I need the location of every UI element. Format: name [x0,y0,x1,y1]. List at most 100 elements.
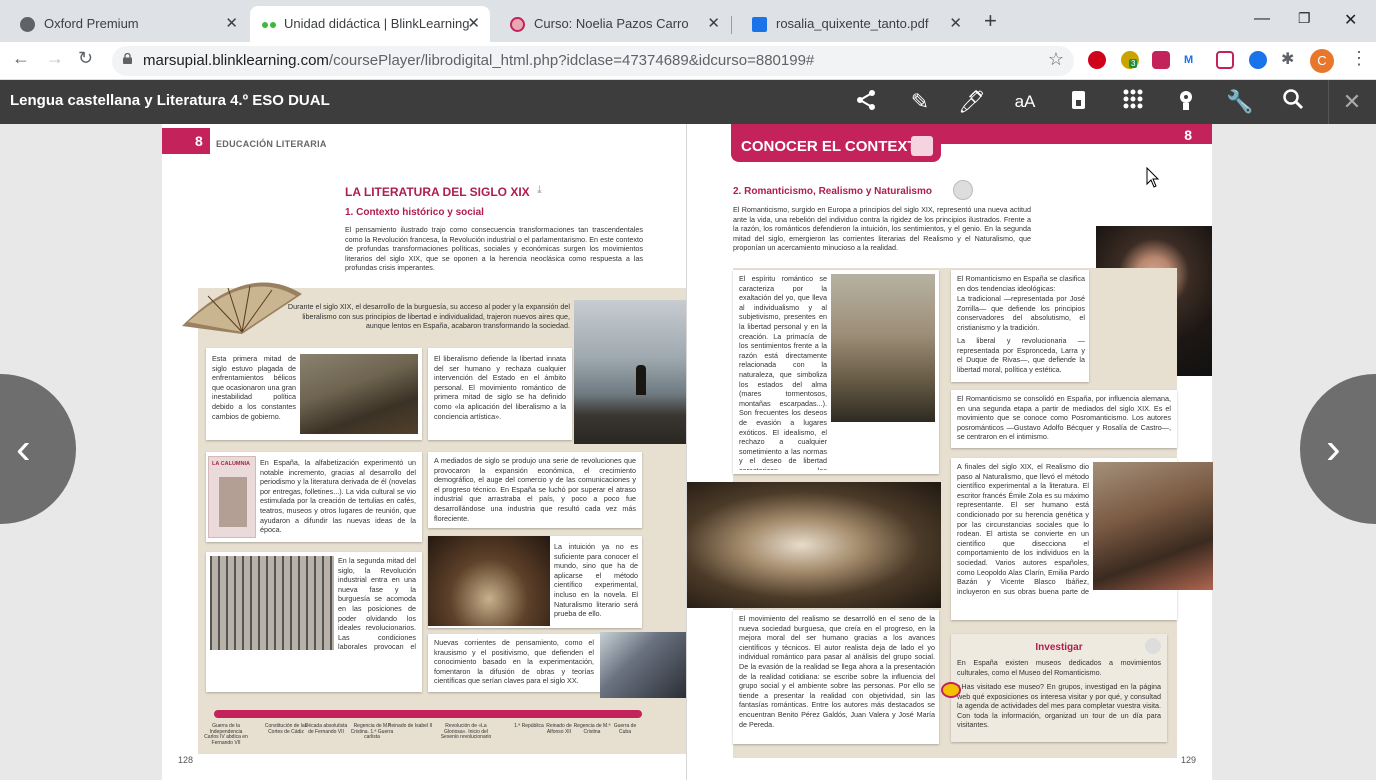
address-bar[interactable]: marsupial.blinklearning.com/coursePlayer… [112,46,1074,76]
document-icon [752,17,767,32]
spain-tendency-2: La liberal y revolucionaria —representad… [957,336,1085,374]
close-icon[interactable]: ✕ [949,6,962,42]
tab-oxford-premium[interactable]: Oxford Premium ✕ [0,6,248,42]
pocket-icon[interactable] [1216,51,1234,69]
bookmark-star-icon[interactable]: ☆ [1048,49,1064,70]
timeline-item: Guerra de la Independencia Carlos IV abd… [204,723,248,746]
tab-title: Oxford Premium [44,16,139,31]
back-button[interactable]: ← [12,48,30,69]
right-page: 8 CONOCER EL CONTEXTO 2. Romanticismo, R… [687,124,1213,780]
wanderer-painting-image [574,300,686,444]
revolutions-box: A mediados de siglo se produjo una serie… [428,452,642,528]
audio-icon[interactable] [953,180,973,200]
fan-paragraph: Durante el siglo XIX, el desarrollo de l… [287,302,570,331]
close-icon[interactable]: ✕ [1338,88,1366,116]
romantic-box: El espíritu romántico se caracteriza por… [733,270,939,474]
left-page: 8 EDUCACIÓN LITERARIA LA LITERATURA DEL … [162,124,686,780]
tab-blinklearning[interactable]: Unidad didáctica | BlinkLearning ✕ [250,6,490,42]
mouse-cursor-icon [1146,167,1160,188]
section-label: EDUCACIÓN LITERARIA [216,139,327,149]
intuition-paragraph: La intuición ya no es suficiente para co… [554,542,638,619]
close-icon[interactable]: ✕ [225,6,238,42]
url-host: marsupial.blinklearning.com [143,52,329,69]
next-page-button[interactable]: › [1300,374,1376,524]
spain-tendency-1: La tradicional —representada por José Zo… [957,294,1085,332]
section-heading: 2. Romanticismo, Realismo y Naturalismo [733,186,932,197]
extension-badge: 3 [1129,59,1138,68]
window-close-button[interactable]: ✕ [1344,10,1357,30]
context-banner: CONOCER EL CONTEXTO [731,130,941,162]
book-viewer: 8 EDUCACIÓN LITERARIA LA LITERATURA DEL … [0,124,1376,780]
investigar-title: Investigar [1035,642,1083,653]
section-subtitle: 1. Contexto histórico y social [345,207,484,218]
blink-logo-icon [262,22,268,28]
intro-paragraph: El pensamiento ilustrado trajo como cons… [345,225,643,273]
war-paragraph: Esta primera mitad de siglo estuvo plaga… [212,354,296,421]
sync-icon[interactable] [1249,51,1267,69]
revolutions-paragraph: A mediados de siglo se produjo una serie… [434,456,636,523]
profile-avatar[interactable]: C [1310,49,1334,73]
intro-paragraph: El Romanticismo, surgido en Europa a pri… [733,205,1031,253]
marker-icon[interactable]: 🖊 [958,88,986,116]
maximize-button[interactable]: ❐ [1298,10,1311,27]
magnifier-icon [911,136,933,156]
puzzle-icon[interactable]: ✱ [1281,51,1299,69]
eraser-icon[interactable] [1065,88,1093,116]
close-icon[interactable]: ✕ [467,6,480,42]
download-icon[interactable]: ⤓ [537,184,542,197]
fan-text-box: Durante el siglo XIX, el desarrollo de l… [282,300,572,338]
liberalism-paragraph: El liberalismo defiende la libertad inna… [434,354,566,421]
timeline-bar [214,710,642,718]
apps-grid-icon[interactable] [1119,88,1147,116]
mendeley-icon[interactable]: M [1184,51,1202,69]
app-header: Lengua castellana y Literatura 4.º ESO D… [0,80,1376,124]
course-icon [510,17,525,32]
positivism-paragraph: Nuevas corrientes de pensamiento, como e… [434,638,594,686]
factory-engraving-image [210,556,334,650]
forward-button[interactable]: → [46,48,64,69]
search-icon[interactable] [1279,88,1307,116]
realism-box: El movimiento del realismo se desarrolló… [733,610,939,744]
naturalism-paragraph: A finales del siglo XIX, el Realismo dio… [957,462,1089,596]
scientist-painting-image [600,632,686,698]
timeline-item: 1.ª República [514,723,544,729]
share-icon[interactable] [852,88,880,116]
posromanticism-box: El Romanticismo se consolidó en España, … [951,390,1177,448]
new-tab-button[interactable]: + [984,8,997,34]
timeline-item: Regencia de M.ª Cristina [573,723,611,735]
literacy-paragraph: En España, la alfabetización experimentó… [260,458,416,535]
naturalism-box: A finales del siglo XIX, el Realismo dio… [951,458,1213,620]
unit-number: 8 [195,133,203,149]
tab-curso[interactable]: Curso: Noelia Pazos Carro ✕ [490,6,730,42]
extension-grid-icon[interactable] [1152,51,1170,69]
ruins-painting-image [831,274,935,422]
intuition-box: La intuición ya no es suficiente para co… [428,536,642,628]
pencil-icon[interactable]: ✎ [906,88,934,116]
bulb-icon[interactable] [1172,88,1200,116]
tab-pdf[interactable]: rosalia_quixente_tanto.pdf ✕ [732,6,972,42]
minimize-button[interactable]: — [1254,10,1270,28]
edit-icon[interactable] [1145,638,1161,654]
unit-badge: 8 [162,128,210,154]
close-icon[interactable]: ✕ [707,6,720,42]
globe-activity-icon[interactable] [941,682,961,698]
timeline-item: Reinado de Isabel II [387,723,433,729]
opera-extension-icon[interactable] [1088,51,1106,69]
url-text: marsupial.blinklearning.com/coursePlayer… [143,52,814,69]
tab-title: Curso: Noelia Pazos Carro [534,16,689,31]
previous-page-button[interactable]: ‹ [0,374,76,524]
investigar-item-2: ¿Has visitado ese museo? En grupos, inve… [957,682,1161,730]
chapter-title: LA LITERATURA DEL SIGLO XIX [345,185,530,199]
reload-button[interactable]: ↻ [78,48,93,69]
browser-menu-icon[interactable]: ⋮ [1350,48,1368,69]
lock-icon [123,53,132,64]
extension-icon[interactable]: 3 [1121,51,1139,69]
text-size-icon[interactable]: aA [1011,88,1039,116]
tab-title: Unidad didáctica | BlinkLearning [284,16,470,31]
wrench-icon[interactable]: 🔧 [1226,88,1254,116]
investigar-item-1: En España existen museos dedicados a mov… [957,658,1161,677]
page-number: 129 [1180,755,1196,765]
globe-icon [20,17,35,32]
literacy-box: LA CALUMNIA En España, la alfabetización… [206,452,422,542]
romantic-paragraph: El espíritu romántico se caracteriza por… [739,274,827,470]
